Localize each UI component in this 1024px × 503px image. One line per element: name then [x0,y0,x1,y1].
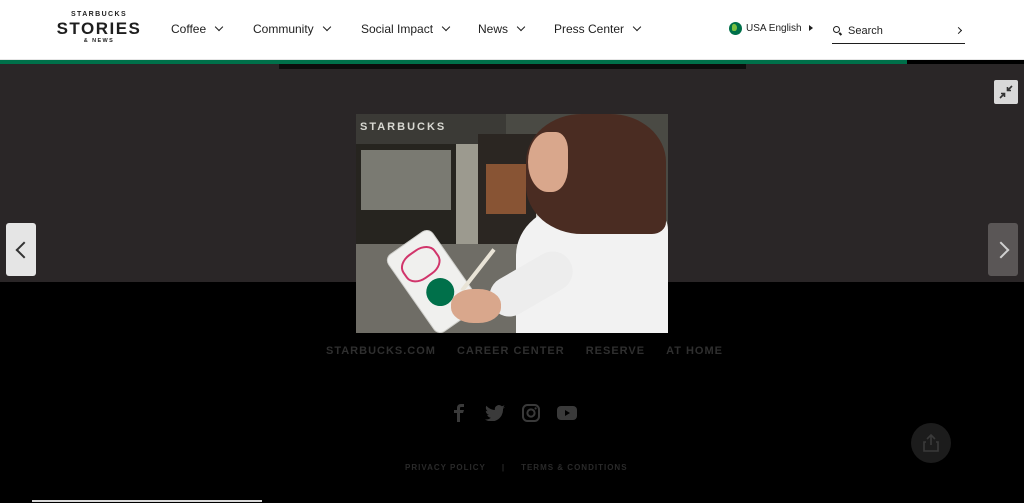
nav-community-label: Community [253,22,314,36]
bottom-strip [32,500,262,502]
logo-sub-text: & NEWS [83,38,115,44]
footer-links: STARBUCKS.COM CAREER CENTER RESERVE AT H… [326,345,723,357]
exit-fullscreen-button[interactable] [994,80,1018,104]
search-icon [833,26,843,36]
nav-press-center[interactable]: Press Center [554,21,642,37]
nav-coffee[interactable]: Coffee [171,21,224,37]
chevron-down-icon [214,22,224,32]
language-selector[interactable]: USA English [729,20,813,36]
nav-community[interactable]: Community [253,21,331,37]
nav-social-impact[interactable]: Social Impact [361,21,451,37]
social-links [449,403,577,423]
search-box [832,19,965,44]
chevron-down-icon [632,22,642,32]
page-strip [279,64,746,69]
chevron-down-icon [516,22,526,32]
collapse-icon [999,85,1013,99]
search-submit-icon[interactable] [954,26,963,35]
nav-press-center-label: Press Center [554,22,625,36]
nav-news[interactable]: News [478,21,526,37]
nav-news-label: News [478,22,509,36]
site-header: STARBUCKS STORIES & NEWS Coffee Communit… [0,0,1024,60]
logo-main-text: STORIES [56,19,142,38]
instagram-icon[interactable] [521,403,541,423]
logo-top-text: STARBUCKS [70,11,128,18]
next-image-button[interactable] [988,223,1018,276]
language-label: USA English [746,22,802,34]
nav-social-impact-label: Social Impact [361,22,434,36]
footer-link-reserve[interactable]: RESERVE [586,345,645,357]
share-button[interactable] [911,423,951,463]
terms-link[interactable]: TERMS & CONDITIONS [521,463,627,472]
search-input[interactable] [848,25,948,37]
nav-coffee-label: Coffee [171,22,207,36]
facebook-icon[interactable] [449,403,469,423]
footer-link-at-home[interactable]: AT HOME [666,345,723,357]
chevron-down-icon [322,22,331,32]
chevron-left-icon [15,241,32,258]
photo-sign-text: STARBUCKS [360,121,447,133]
legal-separator: | [501,463,506,472]
privacy-policy-link[interactable]: PRIVACY POLICY [405,463,486,472]
footer-link-career-center[interactable]: CAREER CENTER [457,345,565,357]
lightbox-photo: STARBUCKS [356,114,668,333]
footer-link-starbucks[interactable]: STARBUCKS.COM [326,345,436,357]
previous-image-button[interactable] [6,223,36,276]
twitter-icon[interactable] [485,403,505,423]
share-icon [923,434,939,452]
legal-links: PRIVACY POLICY | TERMS & CONDITIONS [405,463,628,472]
starbucks-stories-logo[interactable]: STARBUCKS STORIES & NEWS [56,11,142,49]
youtube-icon[interactable] [557,403,577,423]
chevron-right-icon [992,241,1009,258]
chevron-down-icon [441,22,451,32]
globe-icon [729,21,742,35]
caret-right-icon [808,25,813,31]
